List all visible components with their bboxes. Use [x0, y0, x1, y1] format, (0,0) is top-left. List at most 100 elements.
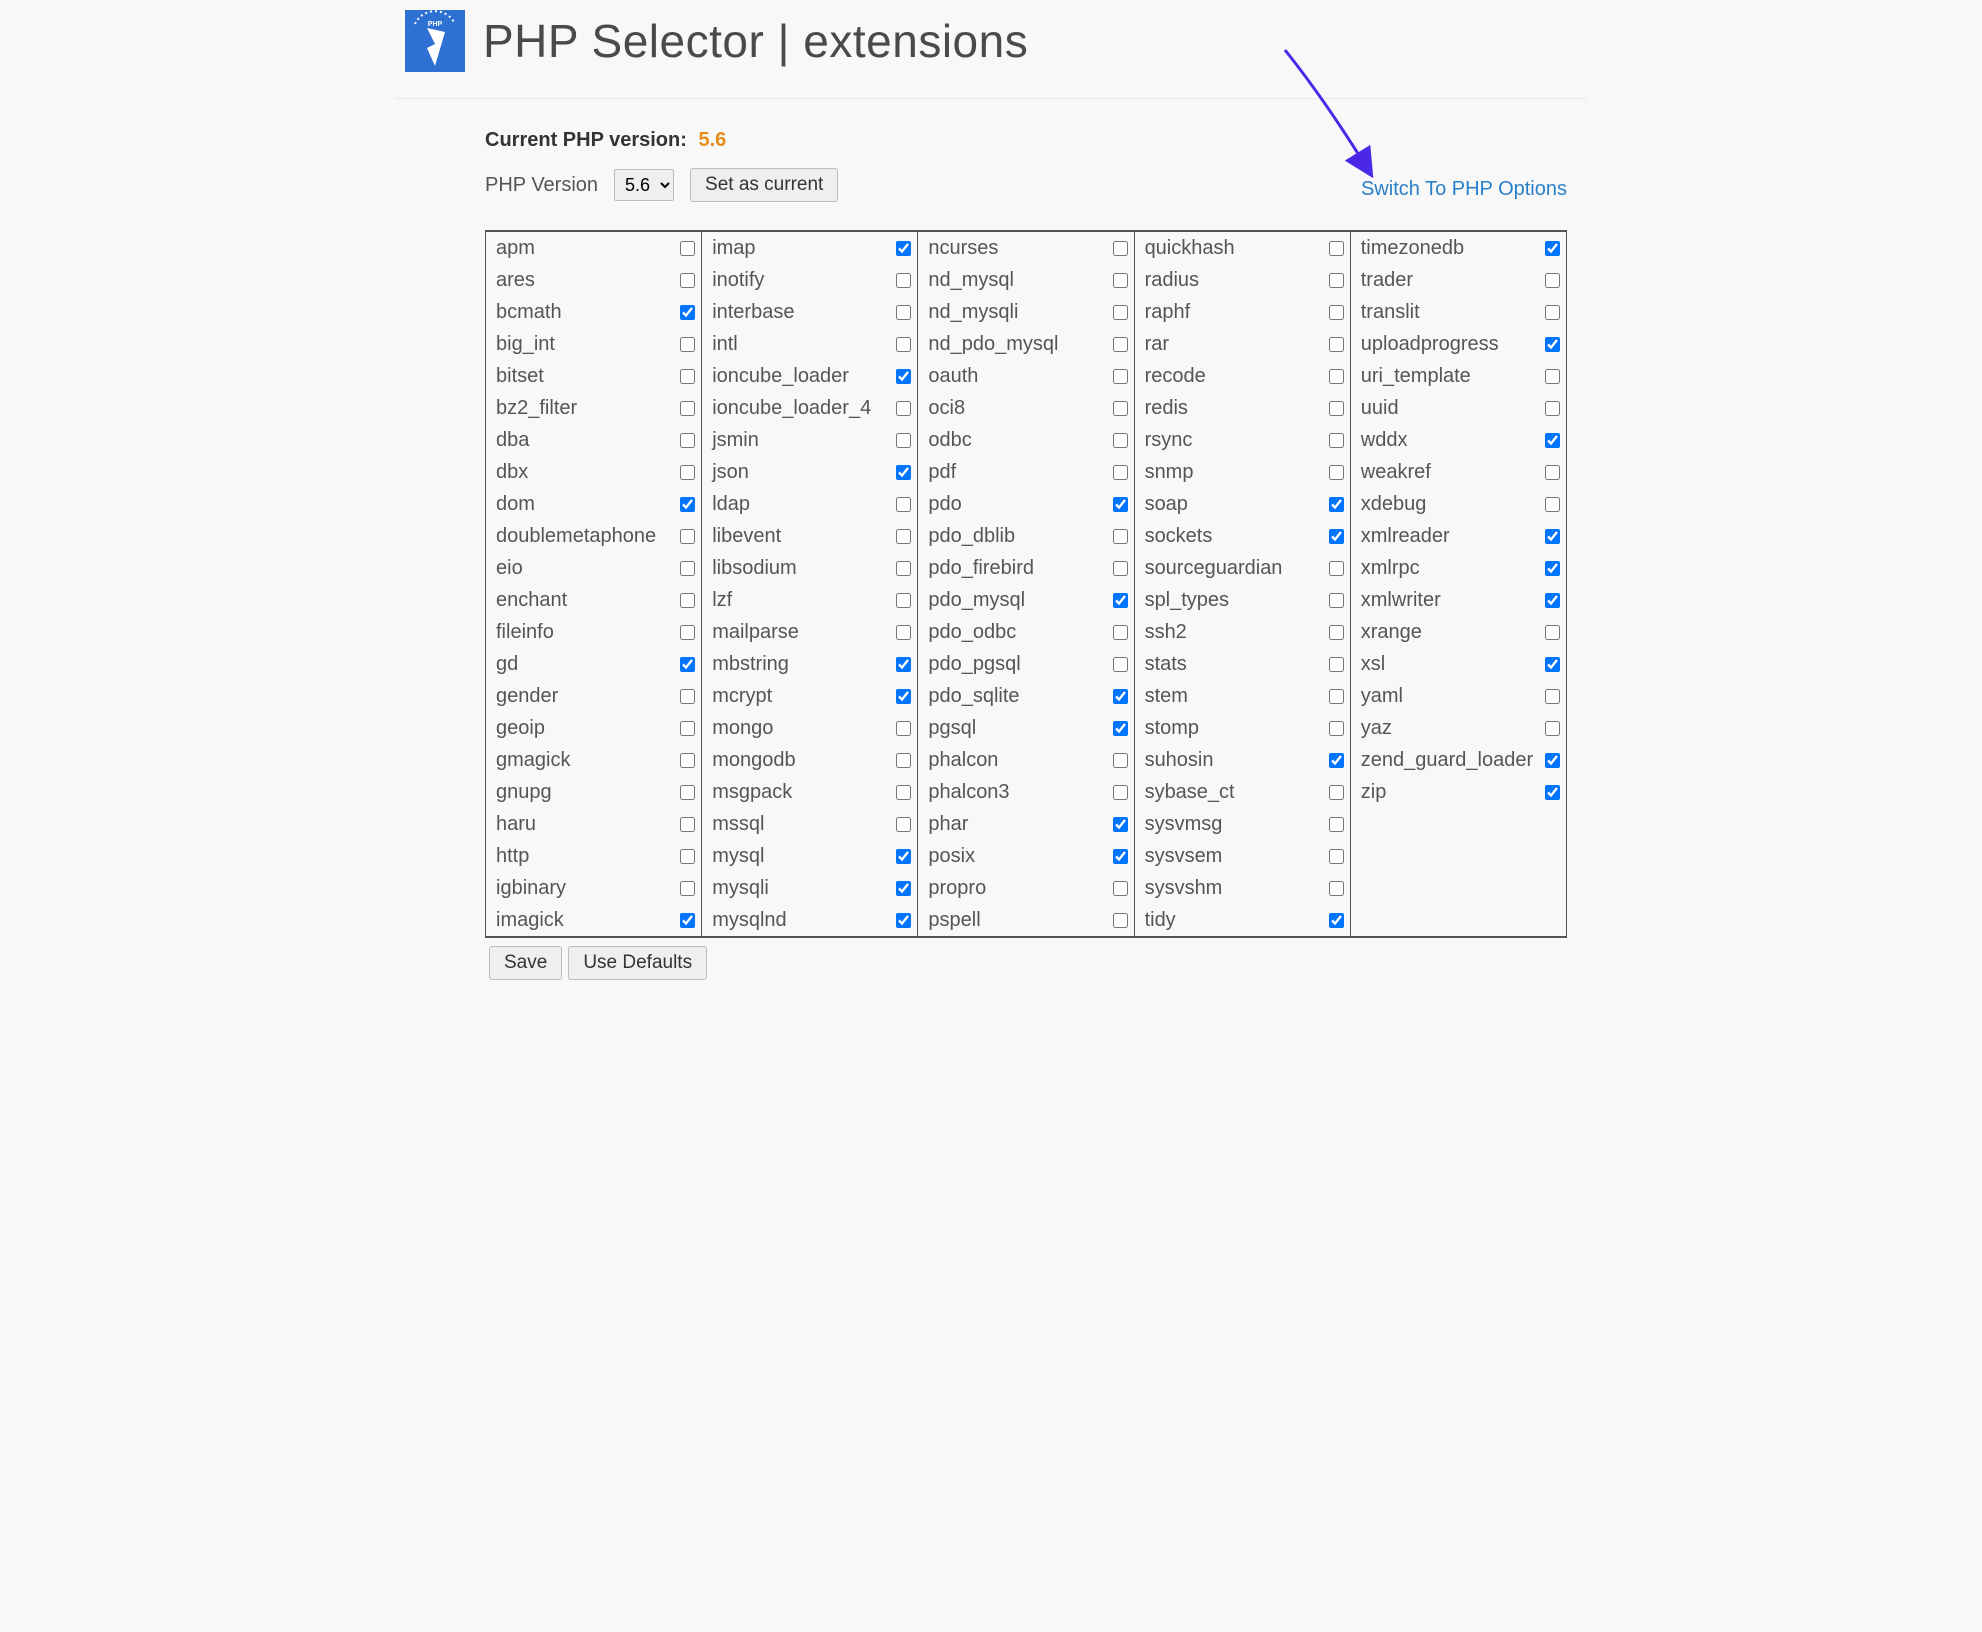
extension-checkbox[interactable]	[896, 593, 911, 608]
extension-checkbox[interactable]	[680, 785, 695, 800]
extension-checkbox[interactable]	[896, 721, 911, 736]
extension-checkbox[interactable]	[1329, 881, 1344, 896]
extension-checkbox[interactable]	[680, 721, 695, 736]
extension-checkbox[interactable]	[1329, 369, 1344, 384]
extension-checkbox[interactable]	[1113, 849, 1128, 864]
extension-checkbox[interactable]	[1329, 241, 1344, 256]
extension-checkbox[interactable]	[896, 561, 911, 576]
extension-checkbox[interactable]	[1329, 593, 1344, 608]
extension-checkbox[interactable]	[1113, 753, 1128, 768]
extension-checkbox[interactable]	[896, 529, 911, 544]
extension-checkbox[interactable]	[1113, 881, 1128, 896]
extension-checkbox[interactable]	[1113, 561, 1128, 576]
extension-checkbox[interactable]	[1545, 465, 1560, 480]
extension-checkbox[interactable]	[680, 593, 695, 608]
extension-checkbox[interactable]	[1113, 465, 1128, 480]
extension-checkbox[interactable]	[680, 273, 695, 288]
extension-checkbox[interactable]	[1545, 561, 1560, 576]
extension-checkbox[interactable]	[680, 337, 695, 352]
extension-checkbox[interactable]	[896, 785, 911, 800]
extension-checkbox[interactable]	[1113, 657, 1128, 672]
extension-checkbox[interactable]	[1113, 337, 1128, 352]
extension-checkbox[interactable]	[896, 401, 911, 416]
extension-checkbox[interactable]	[680, 369, 695, 384]
extension-checkbox[interactable]	[896, 817, 911, 832]
extension-checkbox[interactable]	[680, 817, 695, 832]
use-defaults-button[interactable]: Use Defaults	[568, 946, 707, 980]
switch-to-options-link[interactable]: Switch To PHP Options	[1361, 178, 1567, 201]
extension-checkbox[interactable]	[680, 497, 695, 512]
extension-checkbox[interactable]	[1545, 625, 1560, 640]
extension-checkbox[interactable]	[680, 529, 695, 544]
extension-checkbox[interactable]	[896, 241, 911, 256]
extension-checkbox[interactable]	[1545, 337, 1560, 352]
extension-checkbox[interactable]	[896, 433, 911, 448]
extension-checkbox[interactable]	[1113, 273, 1128, 288]
extension-checkbox[interactable]	[1113, 369, 1128, 384]
extension-checkbox[interactable]	[1113, 625, 1128, 640]
extension-checkbox[interactable]	[1113, 817, 1128, 832]
extension-checkbox[interactable]	[896, 689, 911, 704]
extension-checkbox[interactable]	[1113, 401, 1128, 416]
extension-checkbox[interactable]	[896, 881, 911, 896]
extension-checkbox[interactable]	[1113, 241, 1128, 256]
extension-checkbox[interactable]	[1545, 721, 1560, 736]
extension-checkbox[interactable]	[1545, 689, 1560, 704]
extension-checkbox[interactable]	[680, 913, 695, 928]
extension-checkbox[interactable]	[1329, 657, 1344, 672]
extension-checkbox[interactable]	[1545, 593, 1560, 608]
extension-checkbox[interactable]	[1329, 401, 1344, 416]
extension-checkbox[interactable]	[1329, 913, 1344, 928]
extension-checkbox[interactable]	[680, 753, 695, 768]
extension-checkbox[interactable]	[1329, 817, 1344, 832]
extension-checkbox[interactable]	[1329, 337, 1344, 352]
extension-checkbox[interactable]	[1545, 369, 1560, 384]
extension-checkbox[interactable]	[896, 625, 911, 640]
extension-checkbox[interactable]	[1329, 561, 1344, 576]
extension-checkbox[interactable]	[1113, 913, 1128, 928]
extension-checkbox[interactable]	[1545, 273, 1560, 288]
extension-checkbox[interactable]	[1545, 433, 1560, 448]
extension-checkbox[interactable]	[896, 753, 911, 768]
extension-checkbox[interactable]	[896, 497, 911, 512]
extension-checkbox[interactable]	[680, 401, 695, 416]
extension-checkbox[interactable]	[680, 465, 695, 480]
extension-checkbox[interactable]	[680, 433, 695, 448]
extension-checkbox[interactable]	[1329, 849, 1344, 864]
extension-checkbox[interactable]	[1329, 529, 1344, 544]
extension-checkbox[interactable]	[680, 881, 695, 896]
extension-checkbox[interactable]	[1113, 529, 1128, 544]
extension-checkbox[interactable]	[1113, 785, 1128, 800]
extension-checkbox[interactable]	[1113, 433, 1128, 448]
save-button[interactable]: Save	[489, 946, 562, 980]
extension-checkbox[interactable]	[1113, 497, 1128, 512]
extension-checkbox[interactable]	[1113, 721, 1128, 736]
extension-checkbox[interactable]	[1545, 305, 1560, 320]
set-as-current-button[interactable]: Set as current	[690, 168, 838, 202]
extension-checkbox[interactable]	[896, 465, 911, 480]
extension-checkbox[interactable]	[896, 369, 911, 384]
extension-checkbox[interactable]	[680, 689, 695, 704]
extension-checkbox[interactable]	[680, 657, 695, 672]
extension-checkbox[interactable]	[1329, 753, 1344, 768]
extension-checkbox[interactable]	[1329, 497, 1344, 512]
extension-checkbox[interactable]	[1545, 785, 1560, 800]
extension-checkbox[interactable]	[1545, 657, 1560, 672]
extension-checkbox[interactable]	[1329, 305, 1344, 320]
extension-checkbox[interactable]	[1113, 305, 1128, 320]
extension-checkbox[interactable]	[680, 561, 695, 576]
version-select[interactable]: 5.6	[614, 169, 674, 201]
extension-checkbox[interactable]	[1113, 593, 1128, 608]
extension-checkbox[interactable]	[1545, 241, 1560, 256]
extension-checkbox[interactable]	[1329, 273, 1344, 288]
extension-checkbox[interactable]	[680, 849, 695, 864]
extension-checkbox[interactable]	[680, 625, 695, 640]
extension-checkbox[interactable]	[1329, 465, 1344, 480]
extension-checkbox[interactable]	[1329, 721, 1344, 736]
extension-checkbox[interactable]	[896, 273, 911, 288]
extension-checkbox[interactable]	[680, 305, 695, 320]
extension-checkbox[interactable]	[1545, 401, 1560, 416]
extension-checkbox[interactable]	[1545, 529, 1560, 544]
extension-checkbox[interactable]	[1329, 785, 1344, 800]
extension-checkbox[interactable]	[1329, 625, 1344, 640]
